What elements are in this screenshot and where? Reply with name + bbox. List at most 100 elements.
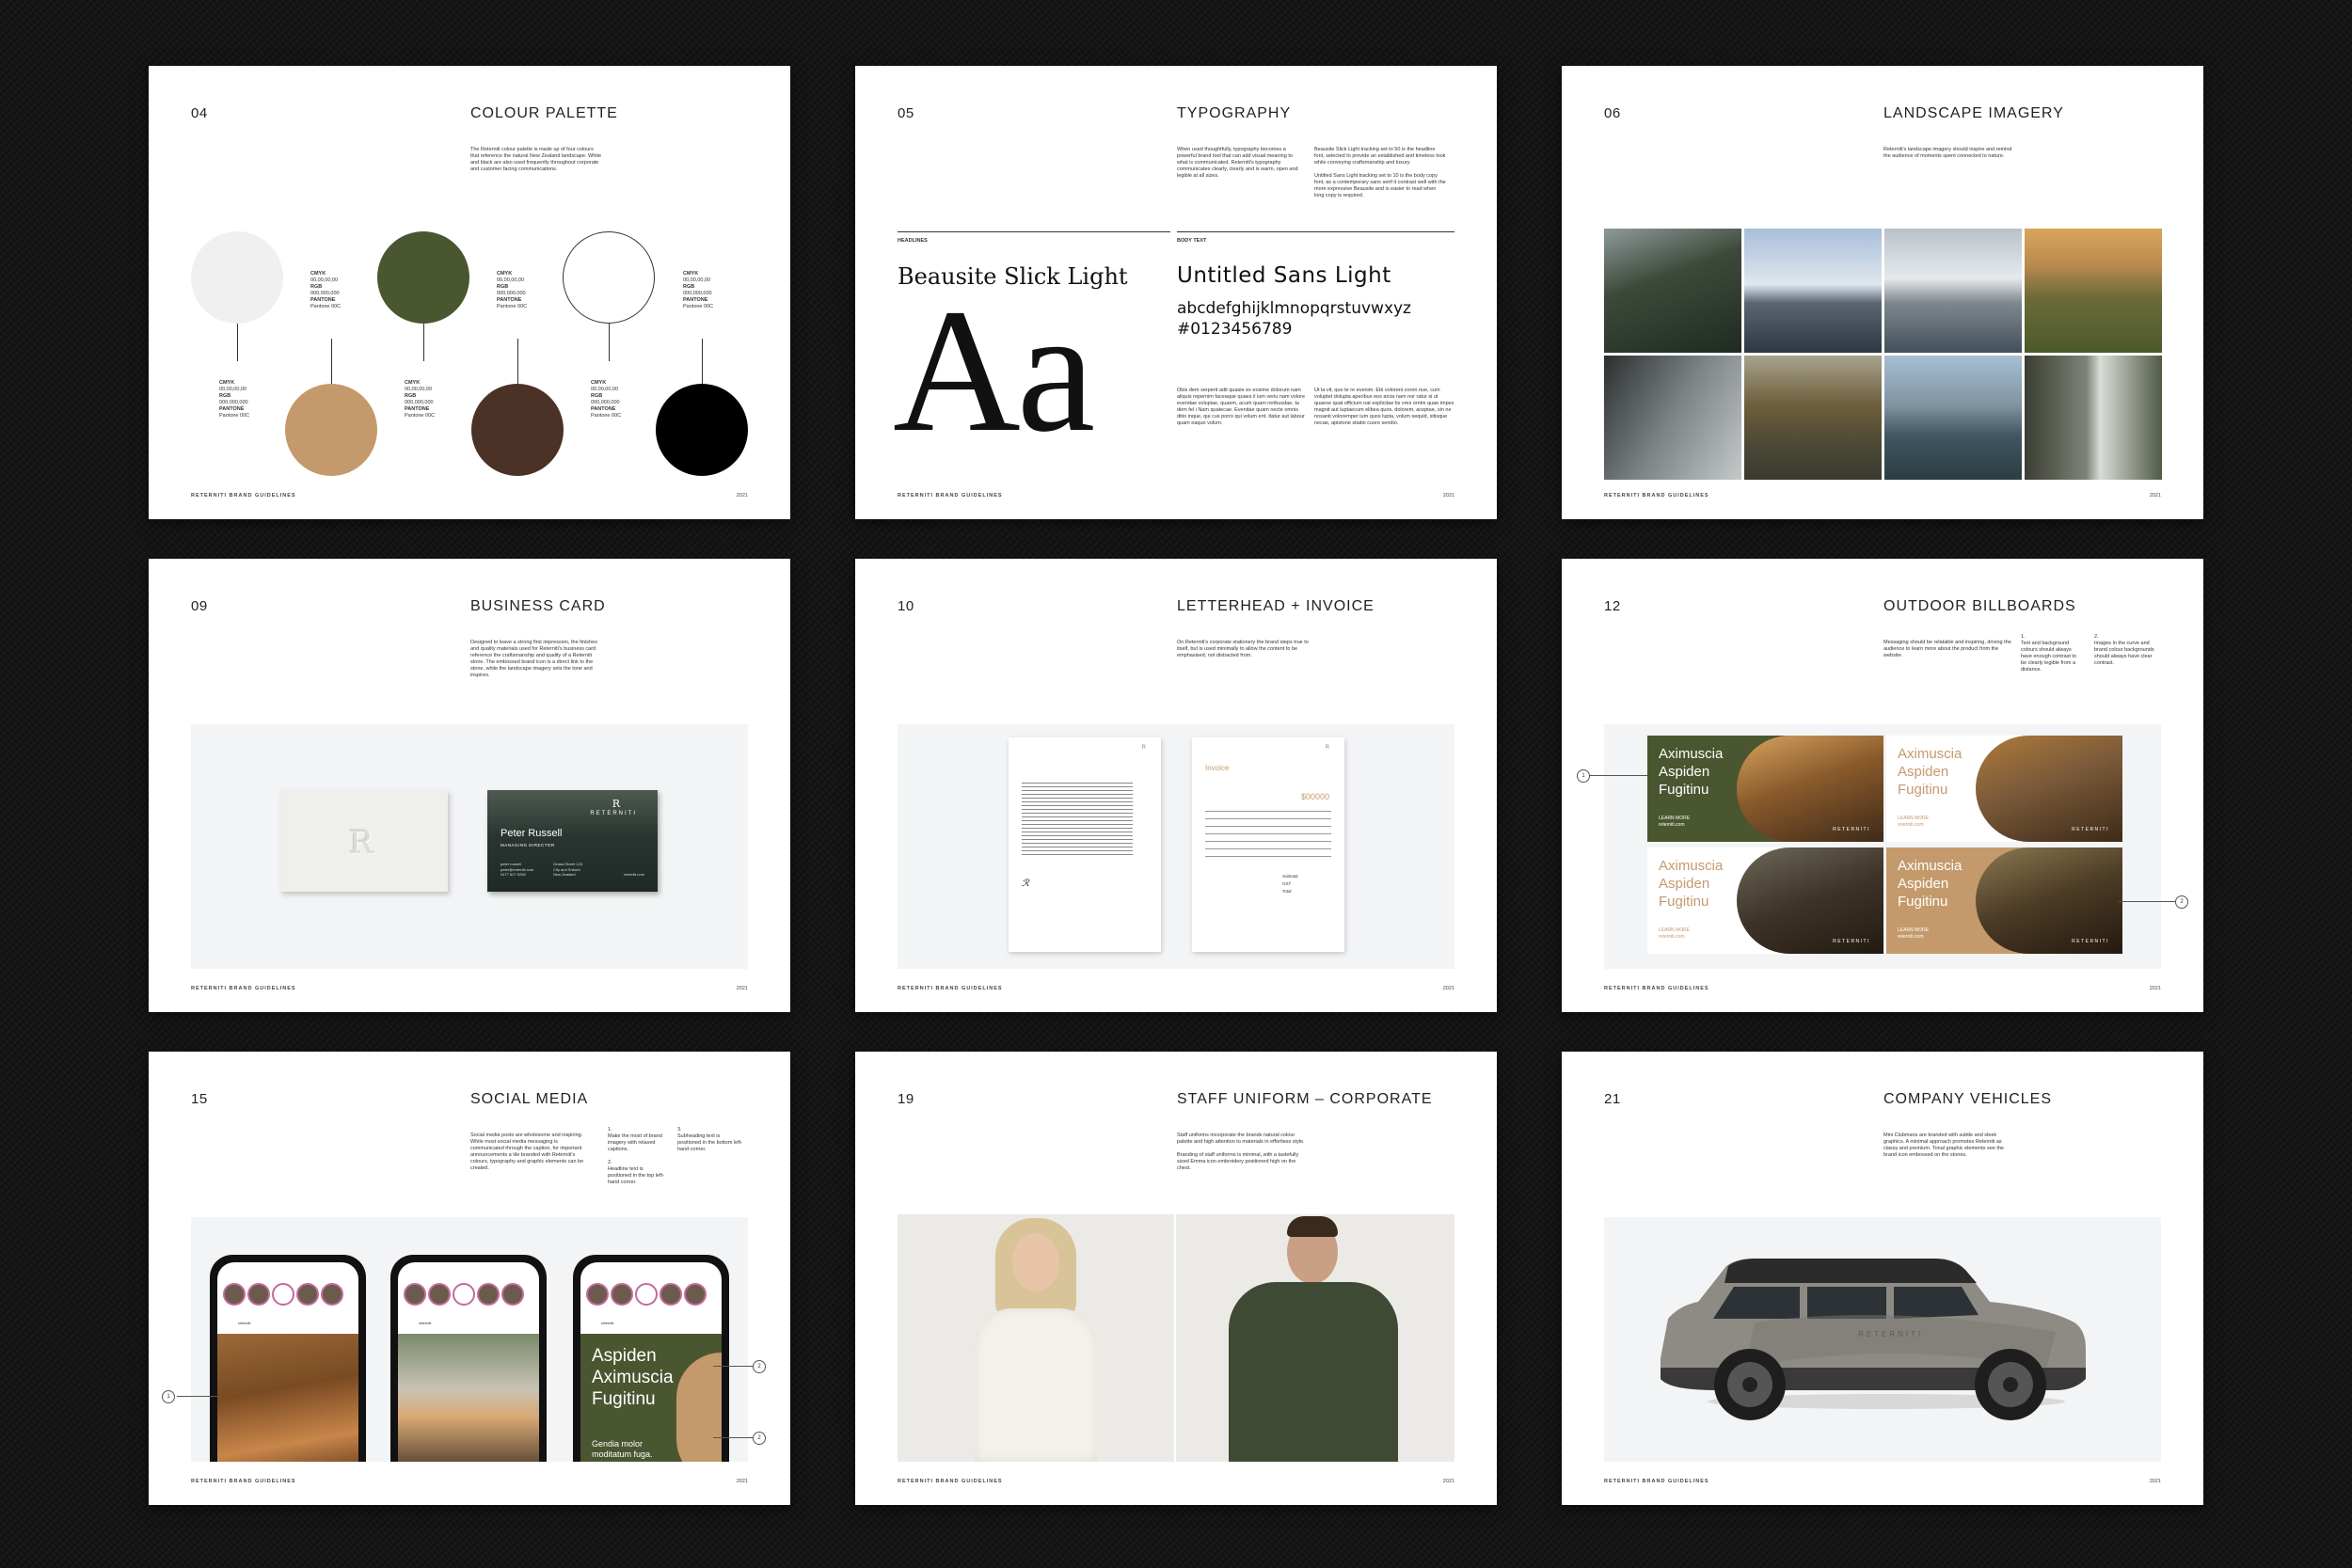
swatch-outline-white bbox=[563, 231, 655, 324]
branded-post-tile: Aspiden Aximuscia Fugitinu Gendia molor … bbox=[580, 1334, 722, 1462]
intro-text-left: When used thoughtfully, typography becom… bbox=[1177, 147, 1298, 179]
billboard-brand: RETERNITI bbox=[1833, 939, 1870, 944]
story-avatar bbox=[611, 1283, 633, 1306]
story-avatar bbox=[635, 1283, 658, 1306]
page-title: TYPOGRAPHY bbox=[1177, 105, 1292, 121]
page-footer: RETERNITI BRAND GUIDELINES bbox=[191, 1479, 296, 1484]
swatch-white bbox=[191, 231, 283, 324]
brand-icon: R bbox=[1141, 745, 1146, 751]
mockup-panel: reterniti reterniti reterniti Aspiden Ax… bbox=[191, 1217, 748, 1462]
page-number: 15 bbox=[191, 1091, 208, 1107]
body-sample-2: Ut la vit, quo te re evenim. Ebi voloren… bbox=[1314, 388, 1454, 426]
billboard-cta: LEARN MORE reterniti.com bbox=[1659, 816, 1691, 828]
card-brand: RETERNITI bbox=[590, 811, 637, 816]
numerals-sample: #0123456789 bbox=[1177, 320, 1293, 339]
swatch-tan bbox=[285, 384, 377, 476]
page-number: 21 bbox=[1604, 1091, 1621, 1107]
post-account: reterniti bbox=[419, 1321, 432, 1325]
phone-mockup: reterniti bbox=[210, 1255, 366, 1462]
page-footer: RETERNITI BRAND GUIDELINES bbox=[191, 986, 296, 991]
leader-line bbox=[702, 339, 703, 384]
business-card-front: R bbox=[280, 790, 448, 892]
landscape-photo bbox=[1604, 356, 1741, 480]
swatch-label-black: CMYK 00,00,00,00 RGB 000,000,000 PANTONE Pant… bbox=[683, 271, 714, 309]
landscape-photo bbox=[2025, 356, 2162, 480]
billboard-cta: LEARN MORE reterniti.com bbox=[1898, 816, 1930, 828]
callout-1: 1 bbox=[1577, 769, 1590, 783]
page-colour-palette: 04 COLOUR PALETTE The Reterniti colour p… bbox=[149, 66, 790, 519]
page-number: 12 bbox=[1604, 598, 1621, 614]
post-photo bbox=[217, 1334, 358, 1462]
billboard-brand: RETERNITI bbox=[2072, 939, 2109, 944]
post-account: reterniti bbox=[601, 1321, 614, 1325]
page-title: BUSINESS CARD bbox=[470, 598, 606, 614]
leader-line bbox=[609, 324, 610, 361]
page-footer: RETERNITI BRAND GUIDELINES bbox=[898, 986, 1003, 991]
billboard: Aximuscia Aspiden Fugitinu LEARN MORE ret… bbox=[1647, 736, 1883, 842]
letterhead-sheet: R ℛ bbox=[1009, 737, 1161, 952]
invoice-table bbox=[1205, 811, 1331, 863]
page-footer: RETERNITI BRAND GUIDELINES bbox=[1604, 1479, 1709, 1484]
landscape-photo bbox=[1744, 229, 1882, 353]
story-avatar bbox=[247, 1283, 270, 1306]
body-text-label: BODY TEXT bbox=[1177, 238, 1207, 244]
uniform-photo-male bbox=[1176, 1214, 1454, 1462]
page-year: 2021 bbox=[736, 493, 748, 499]
social-note-1: 1. Make the most of brand imagery with re… bbox=[608, 1127, 664, 1185]
headlines-label: HEADLINES bbox=[898, 238, 928, 244]
intro-text: On Reterniti's corporate stationery the … bbox=[1177, 640, 1309, 658]
page-title: SOCIAL MEDIA bbox=[470, 1091, 589, 1107]
page-title: STAFF UNIFORM – CORPORATE bbox=[1177, 1091, 1433, 1107]
page-year: 2021 bbox=[2149, 1479, 2161, 1484]
callout-line bbox=[713, 1366, 753, 1367]
callout-1: 1 bbox=[162, 1390, 175, 1403]
mockup-panel: Aximuscia Aspiden Fugitinu LEARN MORE ret… bbox=[1604, 724, 2161, 969]
billboard: Aximuscia Aspiden Fugitinu LEARN MORE ret… bbox=[1886, 847, 2122, 954]
billboard-headline: Aximuscia Aspiden Fugitinu bbox=[1659, 746, 1724, 798]
leader-line bbox=[331, 339, 332, 384]
billboard: Aximuscia Aspiden Fugitinu LEARN MORE ret… bbox=[1886, 736, 2122, 842]
swatch-label-green: CMYK 00,00,00,00 RGB 000,000,000 PANTONE Pant… bbox=[405, 380, 436, 419]
page-year: 2021 bbox=[2149, 493, 2161, 499]
uniform-photo-female bbox=[898, 1214, 1174, 1462]
intro-text: Mini Clubmans are branded with subtle an… bbox=[1883, 1132, 2004, 1158]
page-footer: RETERNITI BRAND GUIDELINES bbox=[1604, 493, 1709, 499]
callout-2: 2 bbox=[2175, 895, 2188, 909]
leader-line bbox=[237, 324, 238, 361]
story-avatar bbox=[477, 1283, 500, 1306]
landscape-photo bbox=[1744, 356, 1882, 480]
page-number: 05 bbox=[898, 105, 914, 121]
invoice-amount: $00000 bbox=[1300, 792, 1329, 801]
billboard-note-1: 1. Text and background colours should alw… bbox=[2021, 634, 2077, 673]
page-year: 2021 bbox=[736, 1479, 748, 1484]
swatch-label-tan: CMYK 00,00,00,00 RGB 000,000,000 PANTONE Pant… bbox=[310, 271, 342, 309]
page-year: 2021 bbox=[1442, 1479, 1454, 1484]
model-shirt bbox=[1229, 1282, 1398, 1462]
card-name: Peter Russell bbox=[501, 828, 563, 839]
billboard-brand: RETERNITI bbox=[2072, 827, 2109, 832]
vehicle-brand-decal: RETERNITI bbox=[1858, 1330, 1924, 1338]
swatch-brown bbox=[471, 384, 564, 476]
brand-icon: R bbox=[612, 798, 620, 810]
page-number: 09 bbox=[191, 598, 208, 614]
letter-body bbox=[1022, 783, 1133, 858]
page-social-media: 15 SOCIAL MEDIA Social media posts are w… bbox=[149, 1052, 790, 1505]
callout-2: 2 bbox=[753, 1432, 766, 1445]
mockup-panel: R R RETERNITI Peter Russell MANAGING DIR… bbox=[191, 724, 748, 969]
billboard: Aximuscia Aspiden Fugitinu LEARN MORE ret… bbox=[1647, 847, 1883, 954]
billboard-headline: Aximuscia Aspiden Fugitinu bbox=[1898, 858, 1963, 910]
billboard-headline: Aximuscia Aspiden Fugitinu bbox=[1898, 746, 1963, 798]
billboard-brand: RETERNITI bbox=[1833, 827, 1870, 832]
model-face bbox=[1012, 1233, 1059, 1291]
billboard-cta: LEARN MORE reterniti.com bbox=[1898, 927, 1930, 940]
page-footer: RETERNITI BRAND GUIDELINES bbox=[898, 1479, 1003, 1484]
divider-right bbox=[1177, 231, 1454, 232]
swatch-label-white: CMYK 00,00,00,00 RGB 000,000,000 PANTONE Pant… bbox=[219, 380, 250, 419]
page-title: COLOUR PALETTE bbox=[470, 105, 618, 121]
story-avatar bbox=[404, 1283, 426, 1306]
billboard-note-2: 2. Images in the curve and brand colour b… bbox=[2094, 634, 2154, 666]
leader-line bbox=[517, 339, 518, 384]
swatch-label-brown: CMYK 00,00,00,00 RGB 000,000,000 PANTONE Pant… bbox=[497, 271, 528, 309]
callout-line bbox=[177, 1396, 219, 1397]
intro-text: Staff uniforms incorporate the brands na… bbox=[1177, 1132, 1305, 1171]
